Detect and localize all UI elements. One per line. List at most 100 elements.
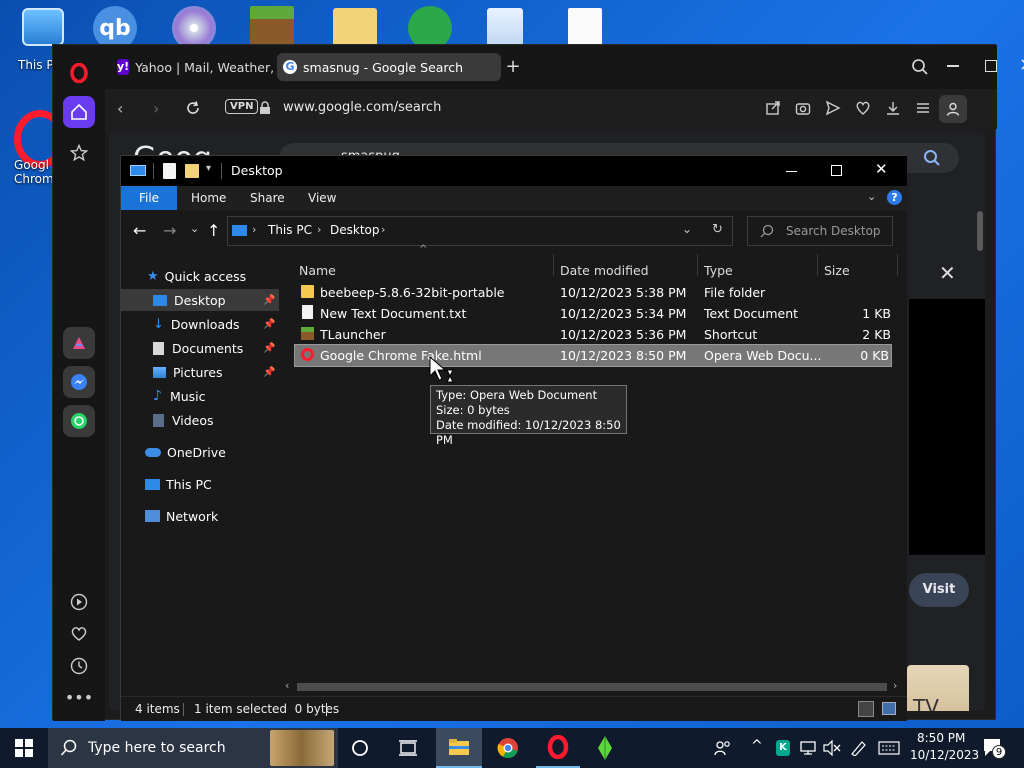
column-header-date[interactable]: Date modified (560, 263, 649, 278)
column-header-name[interactable]: Name (299, 263, 336, 278)
maximize-button[interactable] (985, 60, 997, 72)
back-button[interactable]: ← (133, 221, 146, 240)
pin-icon-4[interactable]: 📌 (263, 367, 275, 378)
horizontal-scrollbar[interactable]: ‹ › (283, 679, 903, 693)
aria-ai-icon[interactable] (63, 327, 95, 359)
breadcrumb-desktop[interactable]: Desktop (330, 223, 380, 237)
nav-onedrive[interactable]: OneDrive (145, 441, 226, 463)
reload-icon[interactable] (185, 100, 201, 116)
download-icon[interactable] (885, 100, 901, 116)
column-header-size[interactable]: Size (824, 263, 850, 278)
help-icon[interactable]: ? (887, 190, 902, 205)
nav-documents[interactable]: Documents 📌 (153, 337, 279, 359)
file-row[interactable]: TLauncher 10/12/2023 5:36 PM Shortcut 2 … (295, 324, 891, 345)
pin-icon-2[interactable]: 📌 (263, 319, 275, 330)
tab-google-search[interactable]: G smasnug - Google Search (277, 53, 501, 81)
this-pc-desktop-icon[interactable] (22, 8, 64, 46)
search-icon[interactable] (923, 149, 941, 167)
opera-taskbar-icon[interactable] (536, 728, 580, 768)
file-row-selected[interactable]: Google Chrome Fake.html 10/12/2023 8:50 … (294, 344, 892, 367)
breadcrumb-this-pc[interactable]: This PC (268, 223, 312, 237)
ribbon-tab-share[interactable]: Share (250, 191, 285, 205)
tray-show-hidden-chevron-icon[interactable]: ^ (751, 738, 763, 754)
action-center-icon[interactable]: 9 (982, 737, 1006, 759)
lock-icon[interactable] (259, 101, 271, 115)
quick-access-toolbar-dropdown-icon[interactable]: ▾ (206, 163, 211, 174)
explorer-minimize-button[interactable] (786, 171, 797, 172)
chrome-taskbar-icon[interactable] (488, 732, 528, 764)
home-icon[interactable] (63, 96, 95, 128)
properties-icon[interactable] (163, 163, 176, 179)
ribbon-tab-home[interactable]: Home (191, 191, 226, 205)
kaspersky-tray-icon[interactable]: K (776, 740, 790, 756)
whatsapp-icon[interactable] (63, 405, 95, 437)
clock-date[interactable]: 10/12/2023 (910, 748, 979, 762)
close-window-button[interactable]: ✕ (1019, 55, 1024, 76)
touch-keyboard-icon[interactable] (878, 741, 900, 755)
address-dropdown-chevron-icon[interactable]: ⌄ (682, 222, 692, 236)
ribbon-tab-view[interactable]: View (308, 191, 336, 205)
nav-quick-access[interactable]: ★ Quick access (147, 265, 246, 287)
profile-icon[interactable] (939, 95, 967, 123)
minimize-button[interactable] (947, 65, 959, 67)
opera-logo-icon[interactable] (63, 57, 95, 89)
address-bar[interactable]: › This PC › Desktop › ⌄ ↻ (227, 216, 733, 246)
favorites-heart-icon[interactable] (63, 618, 95, 650)
task-view-icon[interactable] (388, 732, 428, 764)
heart-icon[interactable] (855, 100, 871, 116)
sims-plumbob-taskbar-icon[interactable] (585, 732, 625, 764)
visit-button[interactable]: Visit (909, 573, 969, 607)
network-tray-icon[interactable] (799, 740, 817, 756)
clock-time[interactable]: 8:50 PM (917, 731, 965, 745)
scroll-right-arrow-icon[interactable]: › (893, 679, 897, 692)
history-clock-icon[interactable] (63, 650, 95, 682)
file-row[interactable]: New Text Document.txt 10/12/2023 5:34 PM… (295, 303, 891, 324)
start-windows-icon[interactable] (4, 732, 44, 764)
volume-muted-icon[interactable] (823, 740, 841, 756)
nav-this-pc[interactable]: This PC (145, 473, 212, 495)
url-field[interactable]: www.google.com/search (283, 100, 441, 115)
camera-snapshot-icon[interactable] (795, 100, 811, 116)
new-folder-icon[interactable] (185, 164, 199, 178)
nav-network[interactable]: Network (145, 505, 218, 527)
pin-icon[interactable]: 📌 (263, 295, 275, 306)
easy-setup-icon[interactable] (915, 100, 931, 116)
nav-pictures[interactable]: Pictures 📌 (153, 361, 279, 383)
cortana-circle-icon[interactable] (340, 732, 380, 764)
pin-icon-3[interactable]: 📌 (263, 343, 275, 354)
nav-videos[interactable]: Videos (153, 409, 214, 431)
page-scrollbar[interactable] (977, 211, 983, 251)
forward-button[interactable]: → (163, 221, 176, 240)
player-icon[interactable] (63, 586, 95, 618)
send-icon[interactable] (825, 100, 841, 116)
ribbon-expand-chevron-icon[interactable]: ⌄ (867, 190, 876, 203)
file-explorer-taskbar-icon[interactable] (436, 728, 482, 768)
file-row[interactable]: beebeep-5.8.6-32bit-portable 10/12/2023 … (295, 282, 891, 303)
scroll-left-arrow-icon[interactable]: ‹ (285, 679, 289, 692)
search-box[interactable]: Search Desktop (747, 216, 893, 246)
nav-music[interactable]: ♪ Music (153, 385, 206, 407)
up-button[interactable]: ↑ (207, 221, 220, 240)
nav-desktop[interactable]: Desktop 📌 (121, 289, 279, 311)
tab-yahoo[interactable]: y! Yahoo | Mail, Weather, Se (111, 53, 277, 81)
close-panel-icon[interactable]: ✕ (939, 261, 956, 285)
pen-workspace-icon[interactable] (850, 740, 868, 756)
forward-arrow-icon[interactable]: › (153, 99, 159, 118)
back-arrow-icon[interactable]: ‹ (117, 99, 123, 118)
vpn-badge[interactable]: VPN (225, 99, 259, 114)
scroll-thumb[interactable] (297, 683, 887, 691)
share-icon[interactable] (765, 100, 781, 116)
search-tabs-icon[interactable] (911, 58, 929, 76)
taskbar-search-box[interactable]: Type here to search (48, 728, 338, 768)
new-tab-plus-icon[interactable]: + (503, 57, 523, 77)
column-header-type[interactable]: Type (704, 263, 733, 278)
refresh-icon[interactable]: ↻ (712, 222, 723, 237)
messenger-icon[interactable] (63, 366, 95, 398)
explorer-maximize-button[interactable] (831, 165, 842, 176)
details-view-icon[interactable] (858, 701, 874, 717)
large-icons-view-icon[interactable] (882, 702, 896, 715)
ribbon-tab-file[interactable]: File (121, 186, 177, 210)
people-icon[interactable] (714, 740, 732, 756)
explorer-close-button[interactable]: ✕ (875, 160, 888, 178)
bookmarks-star-icon[interactable] (63, 137, 95, 169)
